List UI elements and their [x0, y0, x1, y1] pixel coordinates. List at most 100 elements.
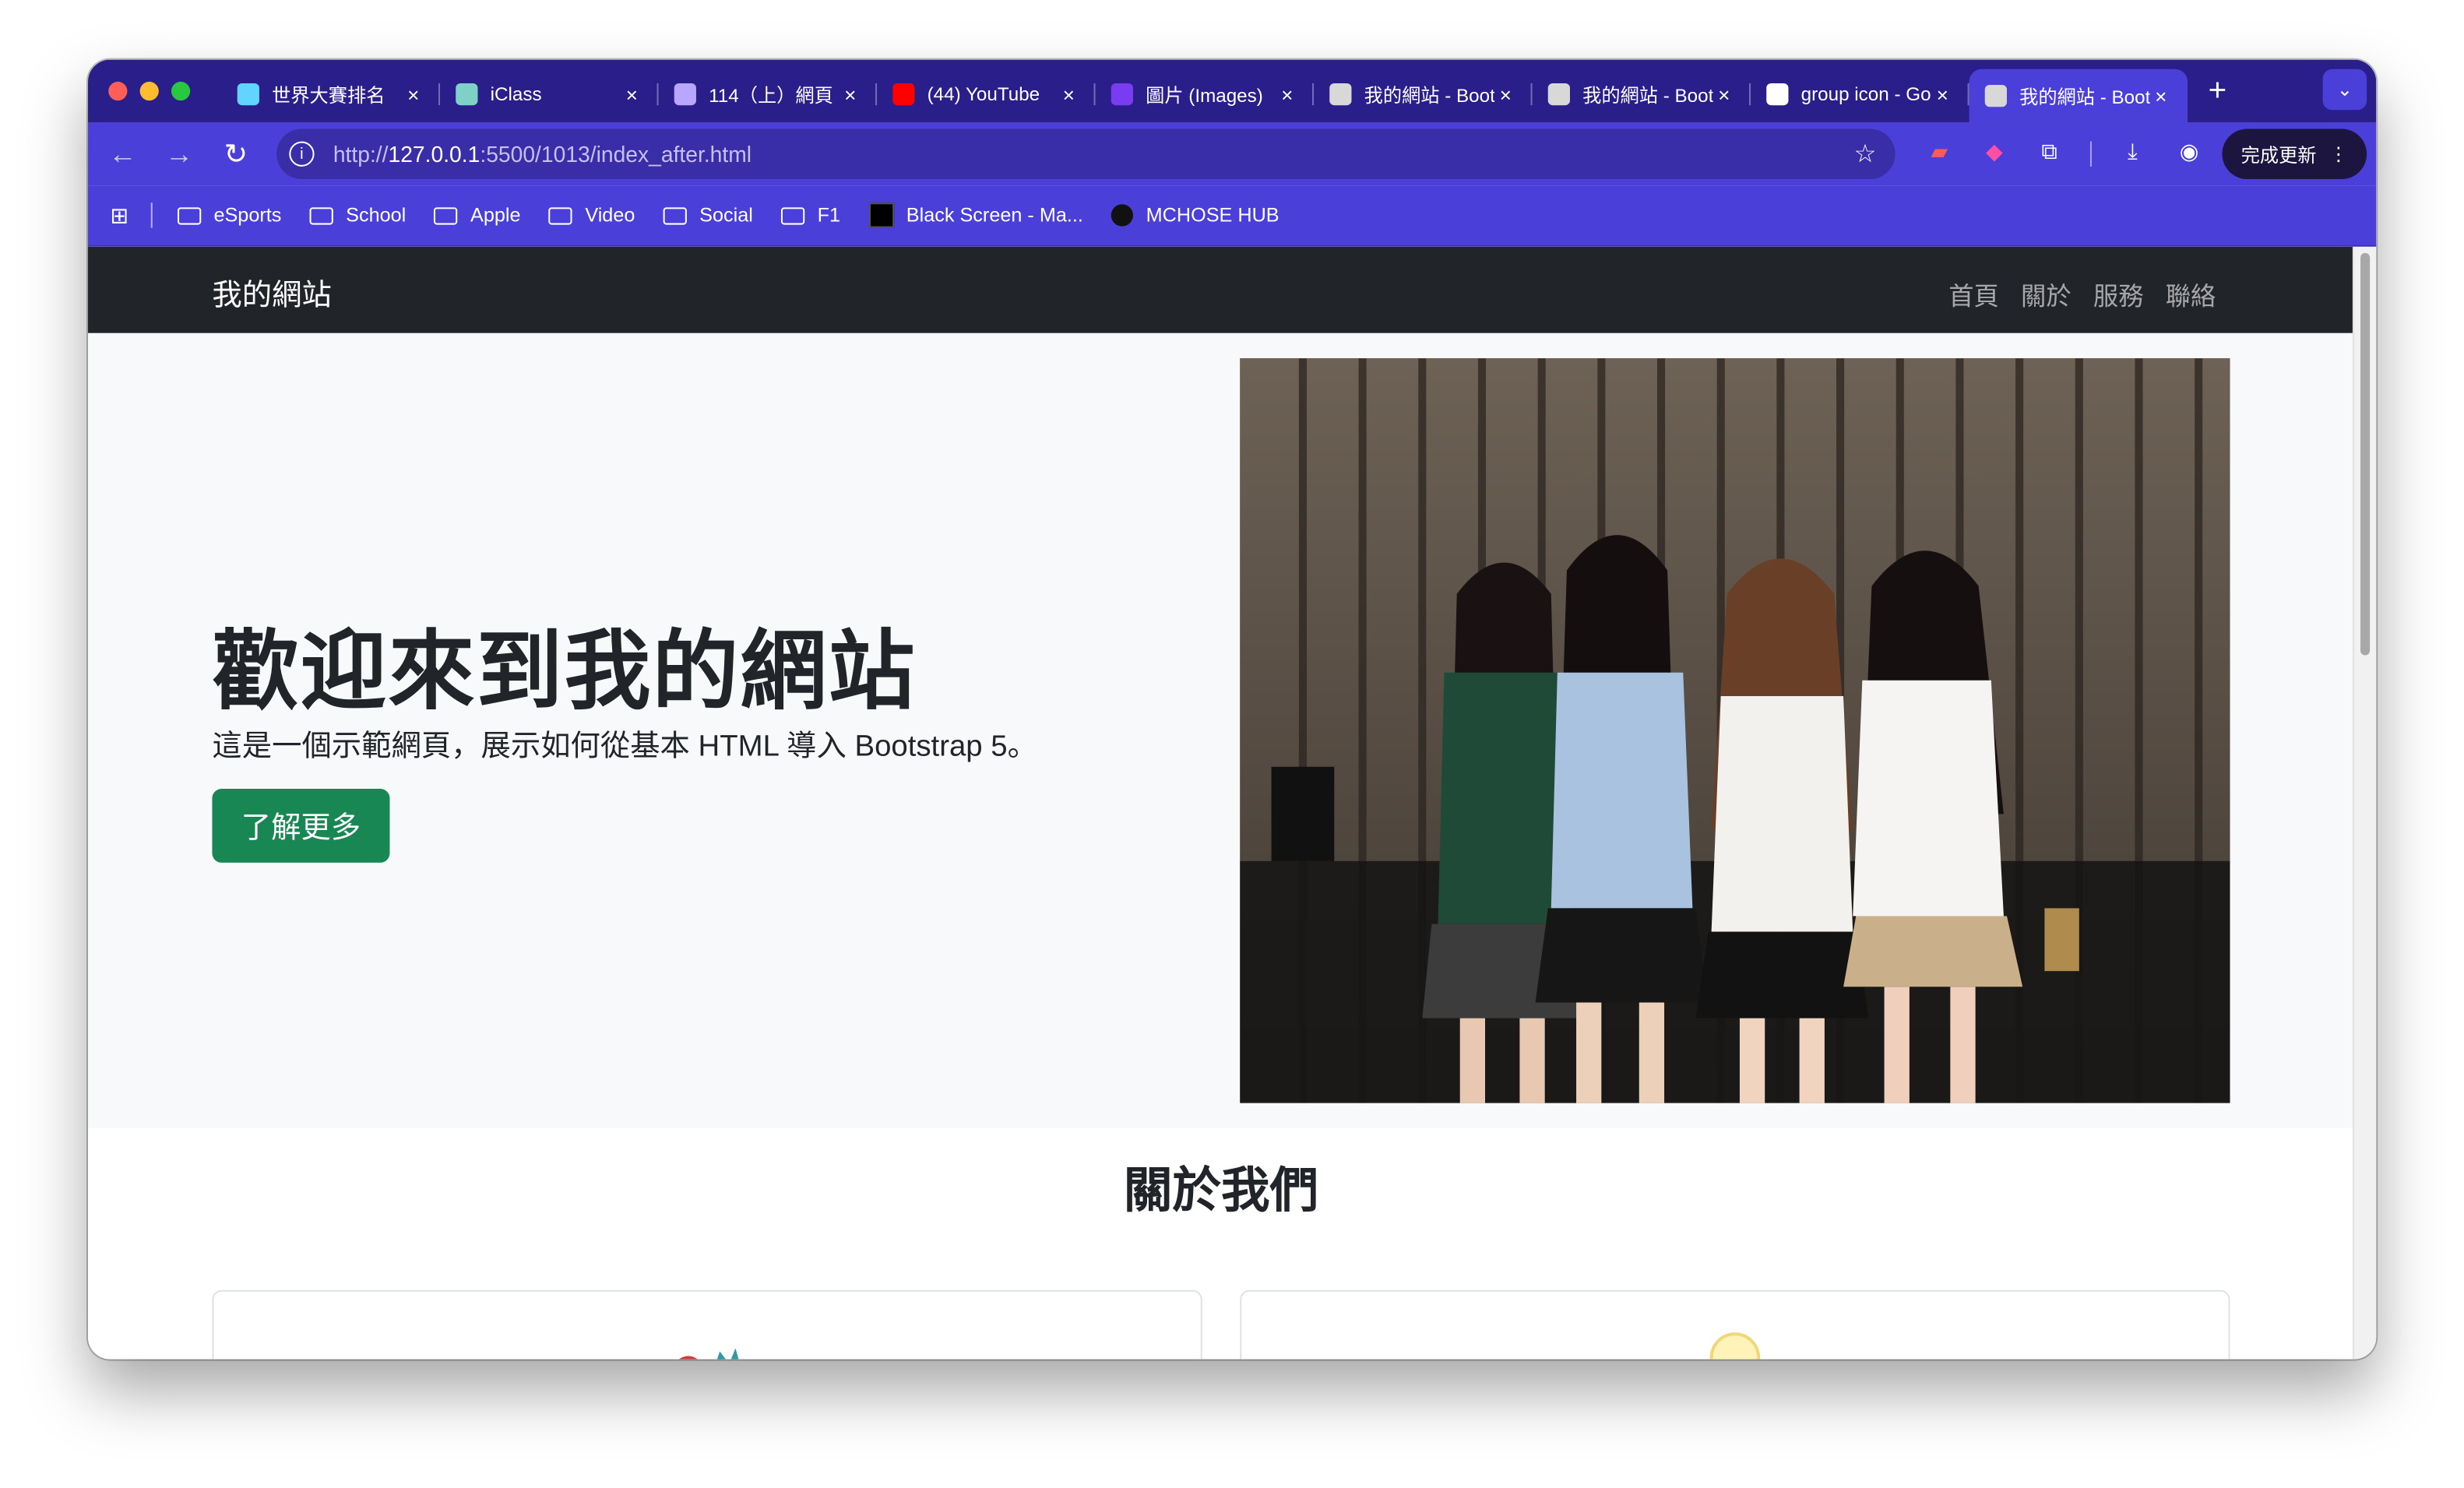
- bookmark-label: School: [346, 204, 407, 227]
- bookmark-item[interactable]: eSports: [178, 204, 282, 227]
- bookmark-item[interactable]: School: [309, 204, 407, 227]
- close-tab-icon[interactable]: ×: [1276, 83, 1298, 106]
- menu-dots-icon[interactable]: ⋮: [2329, 143, 2348, 165]
- tab-title: 圖片 (Images): [1146, 83, 1263, 107]
- bookmark-item[interactable]: Social: [663, 204, 753, 227]
- browser-tab[interactable]: 我的網站 - Bootstrap×: [1969, 69, 2188, 123]
- scrollbar-thumb[interactable]: [2360, 252, 2371, 656]
- zoom-window-button[interactable]: [171, 81, 191, 101]
- tab-strip: 世界大賽排名 × iClass × 114（上）網頁 × (44) YouTube × 圖片 (…: [88, 59, 2377, 123]
- browser-tab[interactable]: iClass ×: [440, 69, 659, 120]
- nav-link-services[interactable]: 服務: [2093, 275, 2144, 312]
- site-info-icon[interactable]: i: [289, 141, 315, 167]
- site-brand[interactable]: 我的網站: [212, 272, 331, 314]
- google-icon: [1766, 83, 1789, 106]
- globe-icon: [1547, 83, 1570, 106]
- youtube-icon: [892, 83, 915, 106]
- layers-icon: [674, 83, 696, 106]
- tab-title: 世界大賽排名: [272, 83, 385, 107]
- browser-tab[interactable]: 世界大賽排名 ×: [222, 69, 441, 120]
- folder-icon: [309, 206, 334, 224]
- folder-icon: [434, 206, 458, 224]
- bookmark-label: MCHOSE HUB: [1146, 204, 1280, 227]
- extensions-puzzle-icon[interactable]: ⧉: [2033, 139, 2064, 170]
- bookmark-label: Apple: [470, 204, 521, 227]
- tab-title: 114（上）網頁: [709, 83, 833, 107]
- back-arrow-icon[interactable]: ←: [94, 138, 151, 171]
- about-section: 關於我們: [88, 1127, 2354, 1360]
- browser-tab[interactable]: 圖片 (Images) ×: [1096, 69, 1315, 120]
- about-heading: 關於我們: [1123, 1163, 1319, 1218]
- bookmark-item[interactable]: Apple: [434, 204, 521, 227]
- new-tab-button[interactable]: +: [2194, 73, 2241, 109]
- bookmark-item[interactable]: MCHOSE HUB: [1111, 204, 1280, 227]
- address-bar[interactable]: i http://127.0.0.1:5500/1013/index_after…: [276, 128, 1896, 180]
- nav-link-contact[interactable]: 聯絡: [2166, 275, 2216, 312]
- download-icon[interactable]: ⤓: [2117, 139, 2148, 170]
- bookmark-item[interactable]: F1: [781, 204, 840, 227]
- bookmarks-bar: ⊞ eSports School Apple Video Social F1 Black S…: [88, 185, 2377, 247]
- update-button[interactable]: 完成更新 ⋮: [2222, 128, 2367, 180]
- group-photo-image: [1240, 358, 2230, 1103]
- close-tab-icon[interactable]: ×: [403, 83, 424, 106]
- tab-title: 我的網站 - Bootstrap: [1364, 83, 1495, 107]
- close-tab-icon[interactable]: ×: [2150, 84, 2172, 107]
- folder-icon: [781, 206, 805, 224]
- browser-tab[interactable]: group icon - Google×: [1751, 69, 1969, 120]
- tab-search-button[interactable]: ⌄: [2322, 69, 2367, 111]
- about-card-right: [1240, 1289, 2230, 1360]
- bookmark-label: Social: [699, 204, 753, 227]
- browser-tab[interactable]: 114（上）網頁 ×: [659, 69, 878, 120]
- bookmark-label: Video: [585, 204, 635, 227]
- folder-icon: [663, 206, 687, 224]
- apps-grid-icon[interactable]: ⊞: [88, 202, 151, 228]
- close-tab-icon[interactable]: ×: [621, 83, 642, 106]
- url-text: http://127.0.0.1:5500/1013/index_after.h…: [333, 141, 752, 167]
- extension-pink-icon[interactable]: ◆: [1979, 139, 2010, 170]
- learn-more-button[interactable]: 了解更多: [212, 789, 390, 863]
- tab-title: (44) YouTube: [927, 83, 1040, 106]
- close-tab-icon[interactable]: ×: [840, 83, 861, 106]
- folder-icon: [548, 206, 573, 224]
- globe-icon: [1329, 83, 1352, 106]
- reload-icon[interactable]: ↻: [207, 138, 264, 171]
- close-tab-icon[interactable]: ×: [1058, 83, 1079, 106]
- bookmarks-divider: [150, 202, 153, 228]
- browser-tab[interactable]: (44) YouTube ×: [877, 69, 1096, 120]
- close-tab-icon[interactable]: ×: [1931, 83, 1953, 106]
- close-tab-icon[interactable]: ×: [1713, 83, 1735, 106]
- site-navbar: 我的網站 首頁 關於 服務 聯絡: [88, 246, 2354, 333]
- hero-photo: [1240, 358, 2230, 1103]
- bookmark-label: eSports: [213, 204, 282, 227]
- close-tab-icon[interactable]: ×: [1494, 83, 1516, 106]
- site-nav-links: 首頁 關於 服務 聯絡: [1948, 275, 2216, 312]
- forward-arrow-icon[interactable]: →: [151, 138, 208, 171]
- bookmark-item[interactable]: Black Screen - Ma...: [868, 202, 1083, 228]
- folder-icon: [178, 206, 202, 224]
- profile-avatar-icon[interactable]: ◉: [2174, 139, 2205, 170]
- about-card-left: [212, 1289, 1202, 1360]
- browser-window: 世界大賽排名 × iClass × 114（上）網頁 × (44) YouTube × 圖片 (…: [88, 59, 2377, 1360]
- extension-red-icon[interactable]: ▰: [1924, 139, 1955, 170]
- tab-list: 世界大賽排名 × iClass × 114（上）網頁 × (44) YouTube × 圖片 (…: [222, 60, 2188, 123]
- tab-title: group icon - Google: [1800, 83, 1931, 106]
- page-viewport: 我的網站 首頁 關於 服務 聯絡 歡迎來到我的網站 這是一個示範網頁，展示如何從…: [88, 246, 2377, 1360]
- browser-toolbar: ← → ↻ i http://127.0.0.1:5500/1013/index…: [88, 122, 2377, 186]
- window-controls: [88, 81, 222, 101]
- page-scrollbar[interactable]: [2352, 246, 2377, 1360]
- tab-title: 我的網站 - Bootstrap: [2019, 85, 2150, 108]
- nav-link-about[interactable]: 關於: [2021, 275, 2072, 312]
- nav-link-home[interactable]: 首頁: [1948, 275, 1999, 312]
- bookmark-star-icon[interactable]: ☆: [1854, 139, 1877, 170]
- bookmark-label: Black Screen - Ma...: [906, 204, 1083, 227]
- bookmark-item[interactable]: Video: [548, 204, 635, 227]
- tab-title: 我的網站 - Bootstrap: [1582, 83, 1713, 107]
- globe-icon: [1984, 84, 2007, 107]
- site-favicon-icon: [868, 202, 894, 228]
- minimize-window-button[interactable]: [139, 81, 159, 101]
- close-window-button[interactable]: [108, 81, 128, 101]
- link-icon: [237, 83, 259, 106]
- browser-tab[interactable]: 我的網站 - Bootstrap×: [1533, 69, 1751, 120]
- hero-section: 歡迎來到我的網站 這是一個示範網頁，展示如何從基本 HTML 導入 Bootst…: [88, 332, 2354, 1128]
- browser-tab[interactable]: 我的網站 - Bootstrap×: [1314, 69, 1533, 120]
